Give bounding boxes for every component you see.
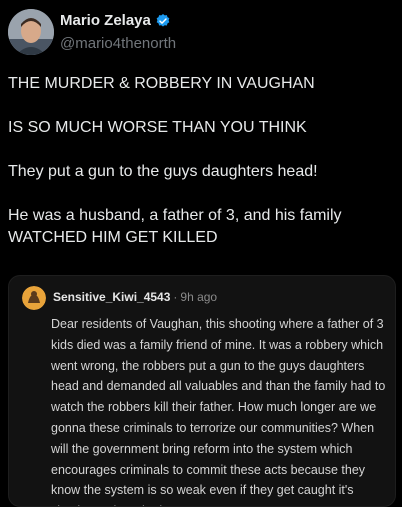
post-paragraph: THE MURDER & ROBBERY IN VAUGHAN (8, 75, 315, 92)
quoted-time: 9h ago (180, 290, 218, 304)
author-avatar[interactable] (8, 9, 54, 55)
post-paragraph: They put a gun to the guys daughters hea… (8, 163, 318, 180)
quoted-separator: · (173, 290, 178, 304)
quoted-body-text: Dear residents of Vaughan, this shooting… (51, 317, 386, 506)
verified-badge-icon (155, 13, 171, 29)
post-paragraph: IS SO MUCH WORSE THAN YOU THINK (8, 119, 307, 136)
quoted-username[interactable]: Sensitive_Kiwi_4543 (53, 290, 170, 304)
author-handle[interactable]: @mario4thenorth (60, 35, 176, 52)
quoted-post-card[interactable]: Sensitive_Kiwi_4543 · 9h ago Dear resident… (8, 275, 396, 507)
post-text: THE MURDER & ROBBERY IN VAUGHAN IS SO MU… (8, 73, 394, 271)
author-name-row: Mario Zelaya (60, 12, 171, 29)
post-paragraph: He was a husband, a father of 3, and his… (8, 207, 342, 246)
author-avatar-image (8, 9, 54, 55)
quoted-user-avatar-icon (22, 286, 46, 310)
quoted-user-line: Sensitive_Kiwi_4543 · 9h ago (53, 290, 217, 304)
post-header: Mario Zelaya @mario4thenorth (8, 8, 394, 56)
author-name[interactable]: Mario Zelaya (60, 12, 151, 29)
